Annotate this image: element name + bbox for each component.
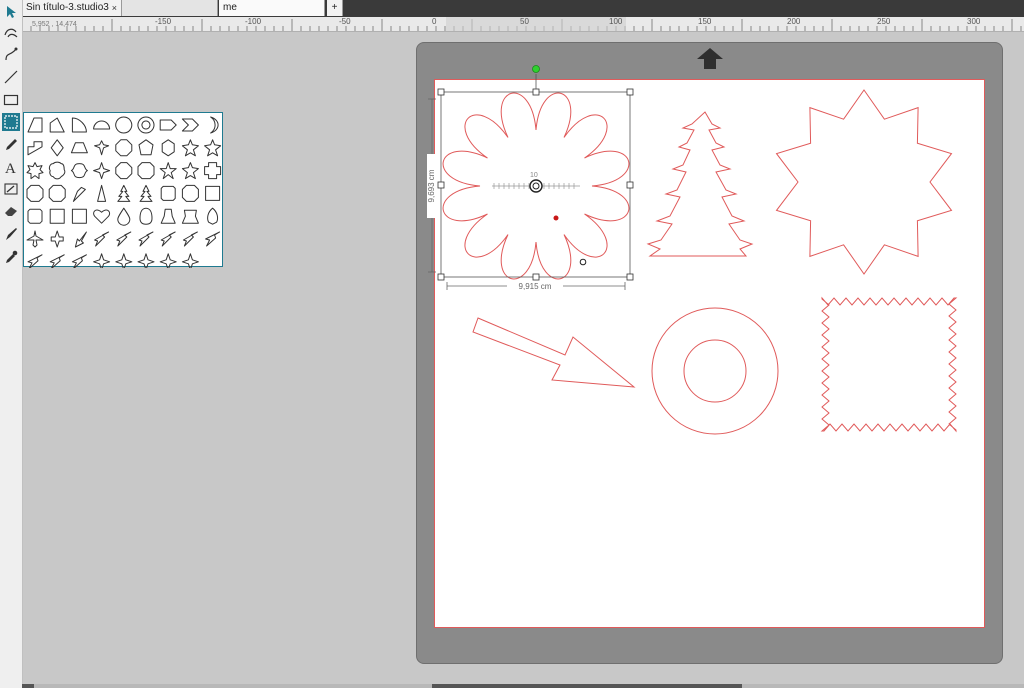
width-dimension-label: 9,915 cm — [507, 281, 563, 292]
ring-outer-circle[interactable] — [651, 307, 779, 435]
resize-handle — [437, 273, 445, 281]
resize-handle — [532, 88, 540, 96]
resize-handle — [437, 181, 445, 189]
scroll-left-button[interactable] — [22, 684, 34, 688]
resize-handle — [437, 88, 445, 96]
horizontal-scrollbar-thumb[interactable] — [432, 684, 742, 688]
resize-handle — [626, 273, 634, 281]
rotate-handle-icon — [532, 65, 540, 73]
scale-handle-icon — [579, 258, 587, 266]
ring-inner-circle[interactable] — [683, 339, 747, 403]
star-shape[interactable] — [775, 89, 953, 275]
arrow-shape[interactable] — [472, 317, 636, 388]
resize-handle — [532, 273, 540, 281]
center-value-label: 10 — [530, 172, 538, 179]
height-dimension-label: 9,693 cm — [427, 154, 437, 218]
design-canvas[interactable] — [0, 0, 1024, 688]
resize-handle — [626, 181, 634, 189]
tree-shape[interactable] — [646, 111, 754, 257]
center-rotation-icon — [529, 179, 543, 193]
anchor-point-icon — [553, 215, 559, 221]
zigzag-square-shape[interactable] — [820, 296, 958, 433]
resize-handle — [626, 88, 634, 96]
